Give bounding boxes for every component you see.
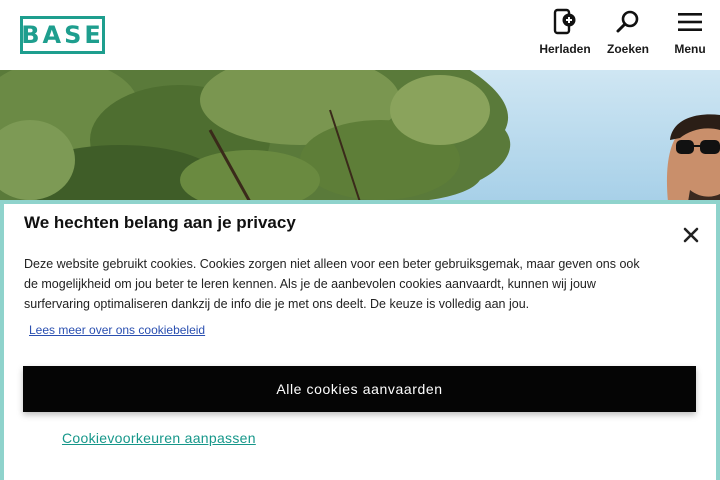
cookie-preferences-link[interactable]: Cookievoorkeuren aanpassen: [62, 430, 256, 446]
cookie-dialog-title: We hechten belang aan je privacy: [24, 213, 296, 232]
nav-zoeken-label: Zoeken: [606, 42, 649, 56]
base-logo[interactable]: BASE: [20, 16, 105, 54]
cookie-dialog-body: Deze website gebruikt cookies. Cookies z…: [24, 257, 640, 311]
tree-foliage: [0, 70, 511, 202]
man-figure: [666, 114, 720, 202]
hero-image: [0, 70, 720, 202]
cookie-consent-dialog: We hechten belang aan je privacy Deze we…: [0, 200, 720, 480]
cookie-policy-link[interactable]: Lees meer over ons cookiebeleid: [29, 323, 205, 337]
nav-menu-label: Menu: [674, 42, 706, 56]
hamburger-menu-icon: [676, 8, 704, 36]
phone-recharge-icon: [551, 8, 579, 36]
nav-herladen-label: Herladen: [539, 42, 591, 56]
close-button[interactable]: [680, 224, 702, 246]
close-icon: [683, 227, 699, 243]
nav-herladen-button[interactable]: Herladen: [533, 8, 597, 64]
site-header: BASE Herladen Zoeken Menu: [0, 0, 720, 70]
nav-zoeken-button[interactable]: Zoeken: [596, 8, 660, 64]
search-icon: [614, 8, 642, 36]
logo-text: BASE: [21, 21, 104, 49]
nav-menu-button[interactable]: Menu: [658, 8, 720, 64]
accept-all-cookies-button[interactable]: Alle cookies aanvaarden: [23, 366, 696, 412]
